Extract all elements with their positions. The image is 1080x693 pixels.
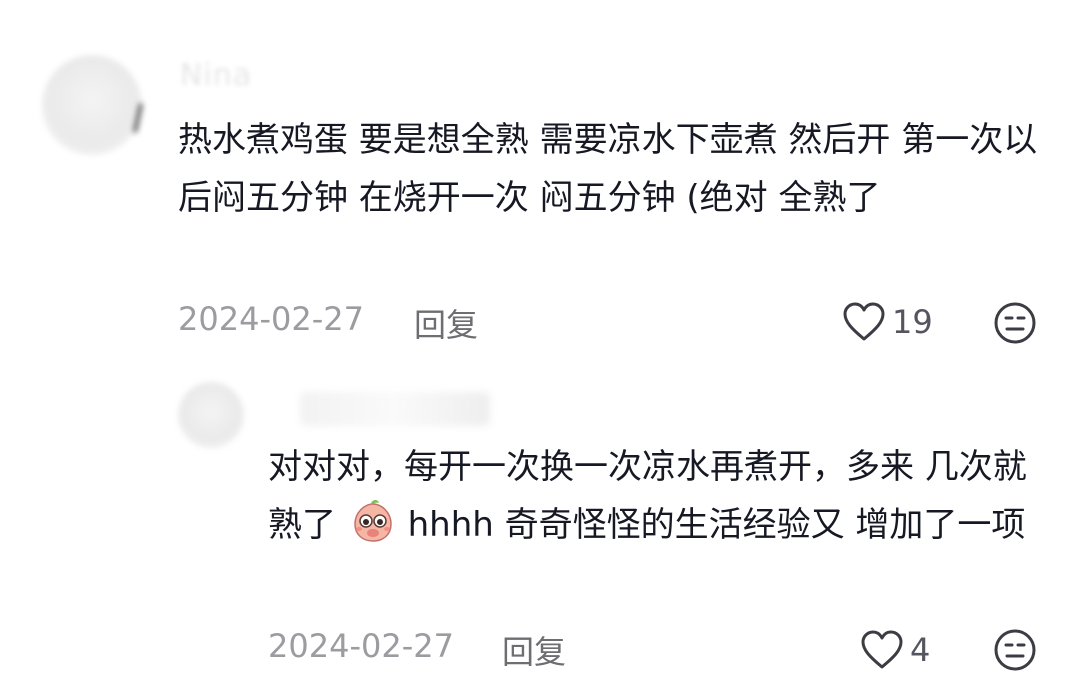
comment-text: 热水煮鸡蛋 要是想全熟 需要凉水下壶煮 然后开 第一次以后闷五分钟 在烧开一次 … — [178, 120, 1038, 218]
replier-username-blurred[interactable] — [300, 392, 490, 426]
reply-button[interactable]: 回复 — [414, 300, 478, 346]
comment-date: 2024-02-27 — [178, 300, 364, 338]
replier-avatar[interactable] — [178, 382, 244, 448]
reply-button[interactable]: 回复 — [502, 627, 566, 673]
like-count: 19 — [892, 303, 933, 341]
commenter-username[interactable]: Nina — [180, 58, 252, 93]
reply-date: 2024-02-27 — [268, 627, 454, 665]
reply-text: 对对对，每开一次换一次凉水再煮开，多来 几次就熟了 hhhh 奇奇怪怪的生活经验… — [268, 438, 1048, 554]
like-count: 4 — [910, 631, 931, 669]
heart-outline-icon[interactable] — [842, 302, 886, 342]
neutral-face-icon[interactable] — [993, 301, 1037, 345]
heart-outline-icon[interactable] — [860, 630, 904, 670]
commenter-avatar[interactable] — [42, 55, 142, 155]
shy-face-emoji-icon — [354, 500, 392, 542]
neutral-face-icon[interactable] — [993, 628, 1037, 672]
reply-text-after: hhhh 奇奇怪怪的生活经验又 增加了一项 — [407, 505, 1026, 545]
